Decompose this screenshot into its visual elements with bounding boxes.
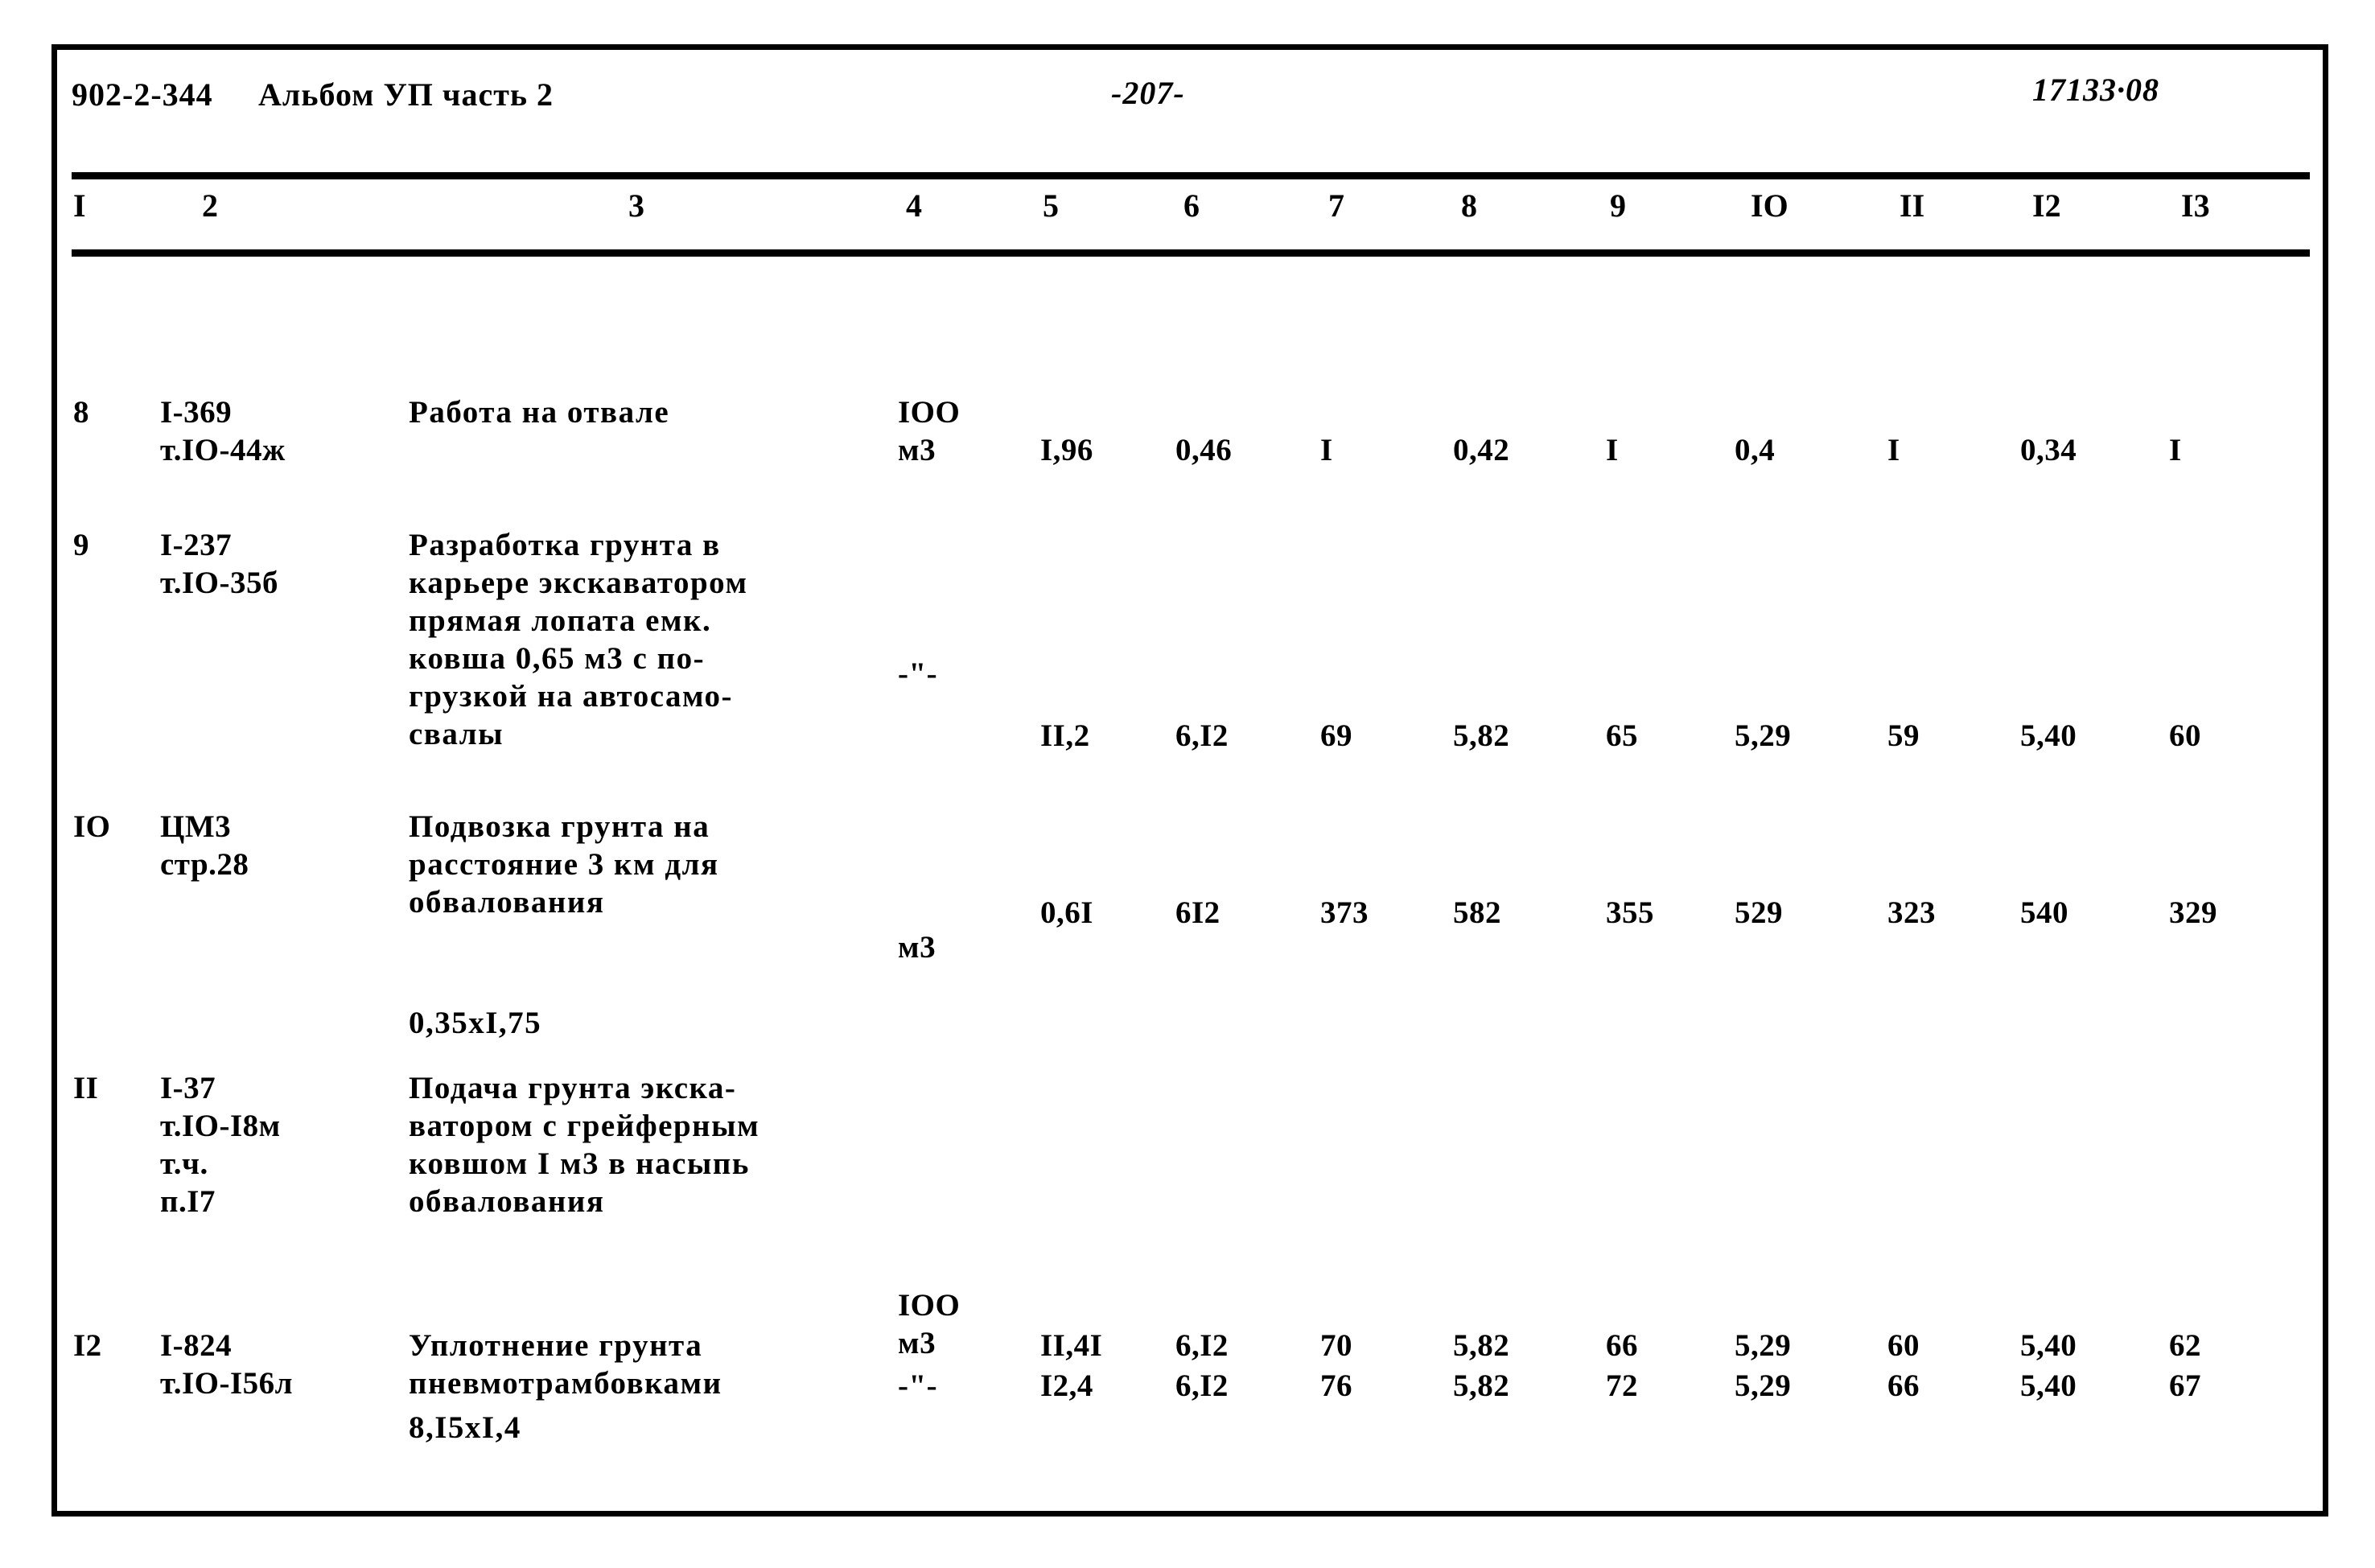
- row-value-col-9: 66: [1606, 1328, 1638, 1363]
- row-value-col-5: I2,4: [1040, 1368, 1093, 1403]
- row-value-col-5: 0,6I: [1040, 895, 1093, 930]
- row-value-col-5: I,96: [1040, 433, 1093, 467]
- row-value-col-6: 6,I2: [1175, 718, 1229, 753]
- row-number: 9: [73, 528, 89, 562]
- row-value-col-11: 66: [1887, 1368, 1920, 1403]
- row-reference-code: ЦМ3 стр.28: [160, 809, 249, 882]
- page-number: -207-: [1111, 75, 1185, 111]
- row-description: Подача грунта экска- ватором с грейферны…: [409, 1071, 760, 1219]
- row-value-col-7: 70: [1320, 1328, 1352, 1363]
- document-page-frame: 902-2-344 Альбом УП часть 2 -207- 17133·…: [51, 44, 2328, 1517]
- row-value-col-5: II,2: [1040, 718, 1090, 753]
- row-value-col-8: 5,82: [1453, 1328, 1510, 1363]
- row-value-col-12: 5,40: [2020, 1368, 2077, 1403]
- column-header-8: 8: [1461, 187, 1477, 224]
- row-value-col-7: 76: [1320, 1368, 1352, 1403]
- row-value-col-6: 6I2: [1175, 895, 1220, 930]
- row-value-col-10: 5,29: [1735, 1368, 1792, 1403]
- row-value-col-13: I: [2169, 433, 2182, 467]
- table-column-headers: I 2 3 4 5 6 7 8 9 IO II I2 I3: [57, 187, 2323, 243]
- header-rule-bottom: [72, 249, 2310, 257]
- row-unit: -"-: [898, 1368, 938, 1403]
- row-description-dimensions: 8,I5хI,4: [409, 1410, 521, 1445]
- row-value-col-10: 5,29: [1735, 1328, 1792, 1363]
- row-value-col-9: 72: [1606, 1368, 1638, 1403]
- row-unit: м3: [898, 930, 936, 965]
- column-header-4: 4: [906, 187, 922, 224]
- header-rule-top: [72, 172, 2310, 179]
- row-number: I2: [73, 1328, 102, 1363]
- column-header-1: I: [73, 187, 86, 224]
- row-value-col-12: 5,40: [2020, 718, 2077, 753]
- project-code: 902-2-344: [72, 76, 213, 113]
- row-number: 8: [73, 395, 89, 430]
- row-description-dimensions: 0,35хI,75: [409, 1006, 542, 1040]
- document-header: 902-2-344 Альбом УП часть 2 -207- 17133·…: [57, 68, 2323, 124]
- row-unit: IOO м3: [898, 1288, 961, 1360]
- row-value-col-13: 329: [2169, 895, 2217, 930]
- row-value-col-7: 373: [1320, 895, 1369, 930]
- row-value-col-13: 62: [2169, 1328, 2201, 1363]
- row-description: Работа на отвале: [409, 395, 670, 430]
- row-description: Разработка грунта в карьере экскаватором…: [409, 528, 748, 751]
- column-header-11: II: [1900, 187, 1925, 224]
- column-header-10: IO: [1751, 187, 1788, 224]
- column-header-3: 3: [628, 187, 644, 224]
- row-reference-code: I-369 т.IO-44ж: [160, 395, 286, 467]
- column-header-12: I2: [2032, 187, 2061, 224]
- column-header-9: 9: [1610, 187, 1626, 224]
- row-value-col-13: 60: [2169, 718, 2201, 753]
- row-value-col-10: 5,29: [1735, 718, 1792, 753]
- row-reference-code: I-37 т.IO-I8м т.ч. п.I7: [160, 1071, 281, 1219]
- row-value-col-9: 355: [1606, 895, 1654, 930]
- row-value-col-5: II,4I: [1040, 1328, 1103, 1363]
- column-header-6: 6: [1183, 187, 1200, 224]
- row-value-col-11: I: [1887, 433, 1900, 467]
- row-value-col-9: 65: [1606, 718, 1638, 753]
- row-value-col-12: 5,40: [2020, 1328, 2077, 1363]
- row-value-col-6: 0,46: [1175, 433, 1233, 467]
- row-value-col-8: 0,42: [1453, 433, 1510, 467]
- row-value-col-12: 540: [2020, 895, 2068, 930]
- row-unit: -"-: [898, 656, 938, 691]
- row-value-col-10: 529: [1735, 895, 1783, 930]
- row-value-col-8: 5,82: [1453, 718, 1510, 753]
- row-value-col-10: 0,4: [1735, 433, 1776, 467]
- row-value-col-6: 6,I2: [1175, 1368, 1229, 1403]
- row-value-col-7: 69: [1320, 718, 1352, 753]
- row-value-col-6: 6,I2: [1175, 1328, 1229, 1363]
- row-value-col-11: 60: [1887, 1328, 1920, 1363]
- row-value-col-8: 582: [1453, 895, 1501, 930]
- row-unit: IOO м3: [898, 395, 961, 467]
- column-header-13: I3: [2181, 187, 2210, 224]
- row-description: Подвозка грунта на расстояние 3 км для о…: [409, 809, 719, 920]
- row-value-col-9: I: [1606, 433, 1619, 467]
- row-value-col-11: 323: [1887, 895, 1936, 930]
- row-reference-code: I-824 т.IO-I56л: [160, 1328, 294, 1401]
- document-code: 17133·08: [2032, 72, 2159, 108]
- row-value-col-13: 67: [2169, 1368, 2201, 1403]
- column-header-7: 7: [1328, 187, 1344, 224]
- row-description: Уплотнение грунта пневмотрамбовками: [409, 1328, 722, 1401]
- row-value-col-11: 59: [1887, 718, 1920, 753]
- row-number: IO: [73, 809, 111, 844]
- column-header-5: 5: [1043, 187, 1059, 224]
- row-value-col-7: I: [1320, 433, 1333, 467]
- row-value-col-12: 0,34: [2020, 433, 2077, 467]
- row-value-col-8: 5,82: [1453, 1368, 1510, 1403]
- column-header-2: 2: [202, 187, 218, 224]
- row-reference-code: I-237 т.IO-35б: [160, 528, 278, 600]
- row-number: II: [73, 1071, 99, 1105]
- album-title: Альбом УП часть 2: [258, 76, 554, 113]
